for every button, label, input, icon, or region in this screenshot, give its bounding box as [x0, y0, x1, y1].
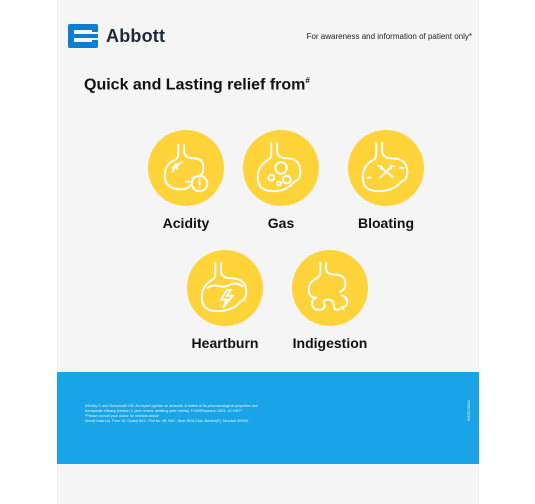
symptom-label: Bloating	[358, 215, 414, 231]
bloating-circle	[348, 130, 424, 206]
heartburn-circle	[187, 250, 263, 326]
symptom-heartburn: Heartburn	[170, 250, 280, 351]
symptom-bloating: Bloating	[331, 130, 441, 231]
footnote-line: Abbott India Ltd. Floor 16, Godrej BKC, …	[85, 419, 249, 423]
abbott-logo: Abbott	[66, 22, 165, 50]
symptom-acidity: Acidity	[131, 130, 241, 231]
abbott-logo-icon	[68, 24, 98, 48]
symptom-gas: Gas	[226, 130, 336, 231]
title-text: Quick and Lasting relief from	[84, 76, 306, 94]
stomach-alert-icon	[163, 143, 209, 193]
indigestion-circle	[292, 250, 368, 326]
stomach-heartburn-icon	[200, 261, 248, 313]
symptom-label: Heartburn	[191, 335, 259, 351]
footnotes: #Shetty G and Vishwanath KN. An expert o…	[85, 404, 425, 424]
stomach-gas-icon	[256, 141, 302, 193]
symptom-label: Acidity	[162, 215, 210, 231]
stomach-indigestion-icon	[307, 261, 349, 311]
awareness-text: For awareness and information of patient…	[306, 32, 472, 41]
symptom-label: Gas	[267, 215, 295, 231]
symptom-label: Indigestion	[292, 335, 368, 351]
page-title: Quick and Lasting relief from#	[84, 76, 310, 94]
brand-name: Abbott	[106, 25, 166, 46]
stomach-bloating-icon	[361, 141, 409, 193]
gas-circle	[243, 130, 319, 206]
title-mark: #	[305, 76, 310, 85]
symptom-indigestion: Indigestion	[275, 250, 385, 351]
acidity-circle	[148, 130, 224, 206]
footer-band: #Shetty G and Vishwanath KN. An expert o…	[57, 372, 479, 464]
document-code: INDDIG0001	[467, 400, 471, 421]
